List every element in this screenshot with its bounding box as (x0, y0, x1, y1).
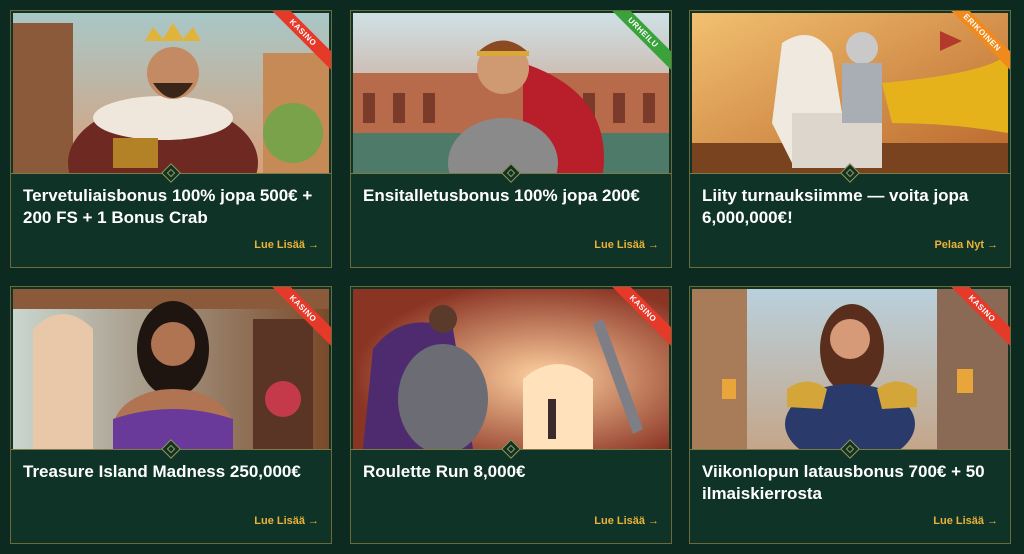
read-more-label: Lue Lisää (933, 515, 984, 527)
promo-card[interactable]: URHEILU Ensitalletusbonus 100% jopa 200€… (350, 10, 672, 268)
category-badge-label: KASINO (942, 287, 1010, 349)
promo-title: Treasure Island Madness 250,000€ (23, 462, 301, 481)
promo-title: Tervetuliaisbonus 100% jopa 500€ + 200 F… (23, 186, 313, 227)
promotions-grid: KASINO Tervetuliaisbonus 100% jopa 500€ … (0, 0, 1024, 554)
read-more-link[interactable]: Lue Lisää → (933, 515, 998, 527)
promo-card[interactable]: KASINO Roulette Run 8,000€ Lue Lisää → (350, 286, 672, 544)
promo-title: Ensitalletusbonus 100% jopa 200€ (363, 186, 640, 205)
arrow-right-icon: → (308, 515, 319, 527)
read-more-link[interactable]: Lue Lisää → (254, 239, 319, 251)
read-more-label: Lue Lisää (594, 515, 645, 527)
read-more-link[interactable]: Lue Lisää → (254, 515, 319, 527)
arrow-right-icon: → (987, 515, 998, 527)
arrow-right-icon: → (308, 239, 319, 251)
category-badge: URHEILU (601, 11, 671, 81)
category-badge: KASINO (261, 287, 331, 357)
play-now-label: Pelaa Nyt (934, 239, 984, 251)
category-badge-label: KASINO (263, 11, 331, 73)
promo-card[interactable]: KASINO Treasure Island Madness 250,000€ … (10, 286, 332, 544)
read-more-label: Lue Lisää (254, 239, 305, 251)
category-badge-label: KASINO (603, 287, 671, 349)
read-more-label: Lue Lisää (254, 515, 305, 527)
read-more-label: Lue Lisää (594, 239, 645, 251)
promo-card[interactable]: ERIKOINEN Liity turnauksiimme — voita jo… (689, 10, 1011, 268)
category-badge: KASINO (601, 287, 671, 357)
arrow-right-icon: → (648, 239, 659, 251)
promo-title: Liity turnauksiimme — voita jopa 6,000,0… (702, 186, 969, 227)
promo-title: Viikonlopun latausbonus 700€ + 50 ilmais… (702, 462, 985, 503)
read-more-link[interactable]: Lue Lisää → (594, 515, 659, 527)
promo-card[interactable]: KASINO Viikonlopun latausbonus 700€ + 50… (689, 286, 1011, 544)
arrow-right-icon: → (987, 239, 998, 251)
promo-card[interactable]: KASINO Tervetuliaisbonus 100% jopa 500€ … (10, 10, 332, 268)
category-badge-label: URHEILU (603, 11, 671, 73)
category-badge: ERIKOINEN (940, 11, 1010, 81)
promo-title: Roulette Run 8,000€ (363, 462, 526, 481)
play-now-link[interactable]: Pelaa Nyt → (934, 239, 998, 251)
read-more-link[interactable]: Lue Lisää → (594, 239, 659, 251)
arrow-right-icon: → (648, 515, 659, 527)
category-badge: KASINO (261, 11, 331, 81)
category-badge-label: KASINO (263, 287, 331, 349)
category-badge-label: ERIKOINEN (942, 11, 1010, 73)
category-badge: KASINO (940, 287, 1010, 357)
